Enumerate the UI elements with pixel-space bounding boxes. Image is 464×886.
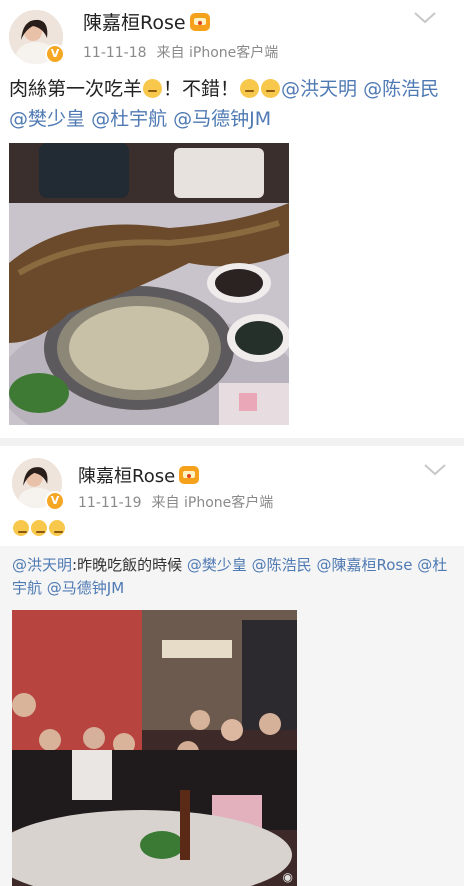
- mention-link[interactable]: @陈浩民: [252, 556, 312, 574]
- post-source: 来自 iPhone客户端: [156, 45, 279, 61]
- image-watermark: ◉: [282, 870, 293, 884]
- dinner-group-image: [12, 610, 297, 886]
- smirk-emoji-icon: [13, 520, 29, 536]
- repost-author-link[interactable]: @洪天明: [12, 556, 72, 574]
- post-meta: 11-11-18 来自 iPhone客户端: [83, 42, 288, 62]
- weibo-post-1: V 陳嘉桓Rose 11-11-18 来自 iPhone客户端 肉絲第一次吃羊 ！不…: [0, 0, 464, 430]
- smirk-emoji-icon: [31, 520, 47, 536]
- author-name[interactable]: 陳嘉桓Rose: [83, 8, 210, 35]
- post-time: 11-11-18: [83, 45, 147, 61]
- repost-body: :昨晚吃飯的時候: [72, 556, 183, 574]
- post-photo-roast-lamb[interactable]: [9, 143, 289, 425]
- post-text: 肉絲第一次吃羊 ！不錯！ @洪天明 @陈浩民 @樊少皇 @杜宇航 @马德钟JM: [9, 74, 449, 134]
- mention-link[interactable]: @陈浩民: [363, 78, 439, 100]
- post-divider: [0, 438, 464, 446]
- mention-link[interactable]: @洪天明: [281, 78, 357, 100]
- smirk-emoji-icon: [240, 79, 260, 98]
- mention-link[interactable]: @马德钟JM: [47, 579, 124, 597]
- mention-link[interactable]: @陳嘉桓Rose: [316, 556, 412, 574]
- verified-badge-icon: V: [45, 491, 65, 511]
- repost-text: @洪天明:昨晚吃飯的時候 @樊少皇 @陈浩民 @陳嘉桓Rose @杜宇航 @马德…: [12, 554, 452, 600]
- author-name-text[interactable]: 陳嘉桓Rose: [78, 466, 175, 487]
- chevron-down-icon[interactable]: [424, 464, 446, 476]
- chevron-down-icon[interactable]: [414, 12, 436, 24]
- roast-lamb-image: [9, 143, 289, 425]
- crown-emoji-icon: [179, 466, 200, 484]
- smirk-emoji-icon: [49, 520, 65, 536]
- mention-link[interactable]: @杜宇航: [91, 108, 167, 130]
- post-emoji-row: [12, 518, 66, 537]
- smirk-emoji-icon: [261, 79, 281, 98]
- author-name[interactable]: 陳嘉桓Rose: [78, 462, 200, 488]
- repost-box[interactable]: @洪天明:昨晚吃飯的時候 @樊少皇 @陈浩民 @陳嘉桓Rose @杜宇航 @马德…: [0, 546, 464, 886]
- mention-link[interactable]: @马德钟JM: [173, 108, 271, 130]
- post-time: 11-11-19: [78, 495, 142, 511]
- post-text-mid: ！不錯！: [163, 78, 240, 100]
- repost-photo-dinner-group[interactable]: ◉: [12, 610, 297, 886]
- smirk-emoji-icon: [143, 79, 163, 98]
- weibo-post-2: V 陳嘉桓Rose 11-11-19 来自 iPhone客户端 @洪天明:昨晚吃飯…: [0, 446, 464, 886]
- post-meta: 11-11-19 来自 iPhone客户端: [78, 492, 283, 512]
- author-name-text[interactable]: 陳嘉桓Rose: [83, 12, 186, 34]
- crown-emoji-icon: [189, 13, 210, 31]
- mention-link[interactable]: @樊少皇: [187, 556, 247, 574]
- verified-badge-icon: V: [45, 44, 65, 64]
- mention-link[interactable]: @樊少皇: [9, 108, 85, 130]
- post-source: 来自 iPhone客户端: [151, 495, 274, 511]
- post-text-lead: 肉絲第一次吃羊: [9, 78, 143, 100]
